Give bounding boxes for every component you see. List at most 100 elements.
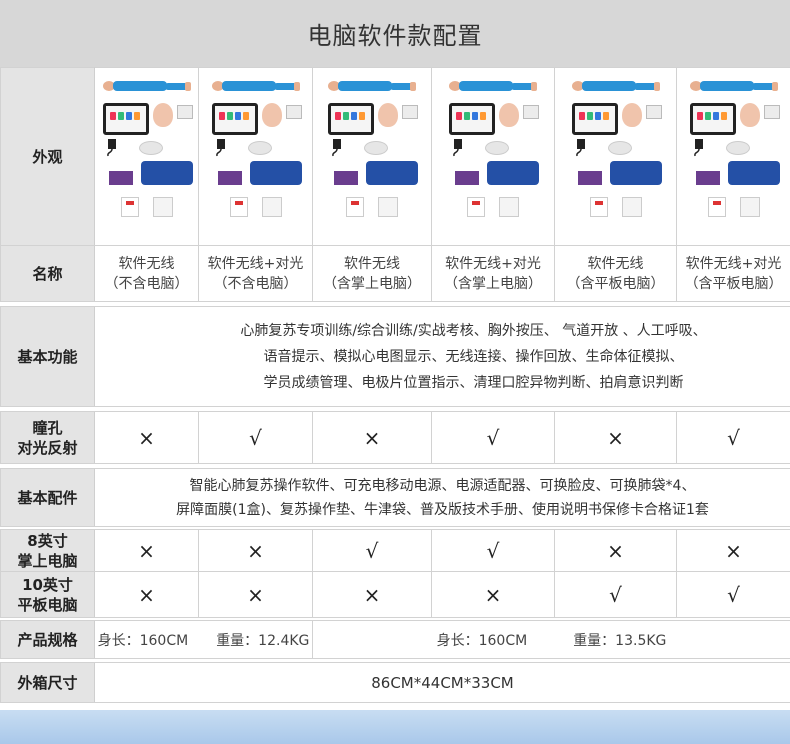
check-mark-icon: √ xyxy=(727,582,740,607)
power-adapter-icon xyxy=(693,138,703,156)
face-skin-icon xyxy=(739,102,760,127)
product-illustration xyxy=(566,77,666,237)
product-name-3: 软件无线 （含掌上电脑） xyxy=(312,245,432,302)
tablet-mark: √ xyxy=(676,571,790,618)
product-name-6: 软件无线+对光 （含平板电脑） xyxy=(676,245,790,302)
manikin-icon xyxy=(102,80,191,91)
check-mark-icon: √ xyxy=(249,425,262,450)
row-label-appearance: 外观 xyxy=(0,67,95,246)
warranty-card-icon xyxy=(739,196,760,217)
tablet-mark: × xyxy=(198,571,313,618)
check-mark-icon: √ xyxy=(486,538,500,563)
tablet-row: 10英寸 平板电脑 × × × × √ √ xyxy=(0,571,790,618)
product-name-4: 软件无线+对光 （含掌上电脑） xyxy=(431,245,555,302)
tablet-mark: × xyxy=(94,571,199,618)
cross-mark-icon: × xyxy=(247,582,264,607)
handheld-mark: √ xyxy=(312,529,432,572)
monitor-icon xyxy=(102,102,149,135)
manual-icon xyxy=(467,196,485,217)
carry-bag-icon xyxy=(249,160,302,185)
handheld-row: 8英寸 掌上电脑 × × √ √ × × xyxy=(0,529,790,572)
footer-band xyxy=(0,710,790,744)
basic-functions-row: 基本功能 心肺复苏专项训练/综合训练/实战考核、胸外按压、 气道开放 、人工呼吸… xyxy=(0,306,790,407)
carry-bag-icon xyxy=(487,160,539,185)
product-image-2 xyxy=(198,67,313,246)
power-adapter-icon xyxy=(575,138,585,156)
cross-mark-icon: × xyxy=(138,582,155,607)
manual-icon xyxy=(120,196,139,217)
cross-mark-icon: × xyxy=(484,582,502,607)
face-mask-icon xyxy=(725,140,750,155)
carry-bag-icon xyxy=(366,160,418,185)
config-table: 外观 名称 软件无线 （不含电脑） 软件无线+对光 （不含电脑） 软件无线 （含掌上电… xyxy=(0,67,790,703)
handheld-mark: × xyxy=(554,529,677,572)
name-row: 名称 软件无线 （不含电脑） 软件无线+对光 （不含电脑） 软件无线 （含掌上电脑） … xyxy=(0,245,790,302)
operation-pad-icon xyxy=(455,170,479,185)
pupil-mark: × xyxy=(94,411,199,464)
tablet-mark: × xyxy=(431,571,555,618)
manikin-icon xyxy=(689,80,778,91)
row-label-pupil: 瞳孔 对光反射 xyxy=(0,411,95,464)
operation-pad-icon xyxy=(217,170,242,185)
carry-bag-icon xyxy=(140,160,193,185)
cross-mark-icon: × xyxy=(725,538,742,563)
box-size-row: 外箱尺寸 86CM*44CM*33CM xyxy=(0,662,790,703)
warranty-card-icon xyxy=(499,196,519,217)
warranty-card-icon xyxy=(261,196,282,217)
face-mask-icon xyxy=(138,140,163,155)
accessory-box-icon xyxy=(402,104,418,119)
manikin-icon xyxy=(449,80,537,91)
accessory-box-icon xyxy=(176,104,193,119)
row-label-box-size: 外箱尺寸 xyxy=(0,662,95,703)
spec-row: 产品规格 身长：160CM 重量：12.4KG 身长：160CM 重量：13.5KG xyxy=(0,620,790,659)
basic-functions-text: 心肺复苏专项训练/综合训练/实战考核、胸外按压、 气道开放 、人工呼吸、 语音提… xyxy=(94,306,790,407)
monitor-icon xyxy=(449,102,495,135)
product-image-6 xyxy=(676,67,790,246)
pupil-mark: √ xyxy=(198,411,313,464)
cross-mark-icon: × xyxy=(607,425,624,450)
product-image-1 xyxy=(94,67,199,246)
row-label-handheld: 8英寸 掌上电脑 xyxy=(0,529,95,572)
warranty-card-icon xyxy=(152,196,173,217)
row-label-accessories: 基本配件 xyxy=(0,468,95,527)
product-image-3 xyxy=(312,67,432,246)
product-name-5: 软件无线 （含平板电脑） xyxy=(554,245,677,302)
accessory-box-icon xyxy=(763,104,780,119)
product-illustration xyxy=(206,77,306,237)
product-illustration xyxy=(443,77,543,237)
face-mask-icon xyxy=(247,140,272,155)
face-skin-icon xyxy=(261,102,282,127)
check-mark-icon: √ xyxy=(365,538,379,563)
check-mark-icon: √ xyxy=(727,425,740,450)
product-image-5 xyxy=(554,67,677,246)
page-title: 电脑软件款配置 xyxy=(0,0,790,67)
row-label-tablet: 10英寸 平板电脑 xyxy=(0,571,95,618)
operation-pad-icon xyxy=(334,170,358,185)
face-skin-icon xyxy=(621,102,642,127)
product-name-2: 软件无线+对光 （不含电脑） xyxy=(198,245,313,302)
handheld-mark: × xyxy=(198,529,313,572)
pupil-mark: √ xyxy=(676,411,790,464)
cross-mark-icon: × xyxy=(138,425,155,450)
monitor-icon xyxy=(328,102,374,135)
tablet-mark: × xyxy=(312,571,432,618)
cross-mark-icon: × xyxy=(138,538,155,563)
row-label-name: 名称 xyxy=(0,245,95,302)
box-size-value: 86CM*44CM*33CM xyxy=(94,662,790,703)
check-mark-icon: √ xyxy=(486,425,500,450)
manual-icon xyxy=(346,196,364,217)
carry-bag-icon xyxy=(727,160,780,185)
cross-mark-icon: × xyxy=(363,582,381,607)
pupil-mark: √ xyxy=(431,411,555,464)
pupil-mark: × xyxy=(312,411,432,464)
config-page: 电脑软件款配置 外观 名称 软件无线（不含电脑） 软件无线+对光（不含电脑） xyxy=(0,0,790,744)
handheld-mark: × xyxy=(94,529,199,572)
pupil-row: 瞳孔 对光反射 × √ × √ × √ xyxy=(0,411,790,464)
warranty-card-icon xyxy=(378,196,398,217)
power-adapter-icon xyxy=(332,138,341,156)
power-adapter-icon xyxy=(106,138,116,156)
accessory-box-icon xyxy=(523,104,539,119)
power-adapter-icon xyxy=(453,138,462,156)
accessory-box-icon xyxy=(285,104,302,119)
product-illustration xyxy=(684,77,784,237)
